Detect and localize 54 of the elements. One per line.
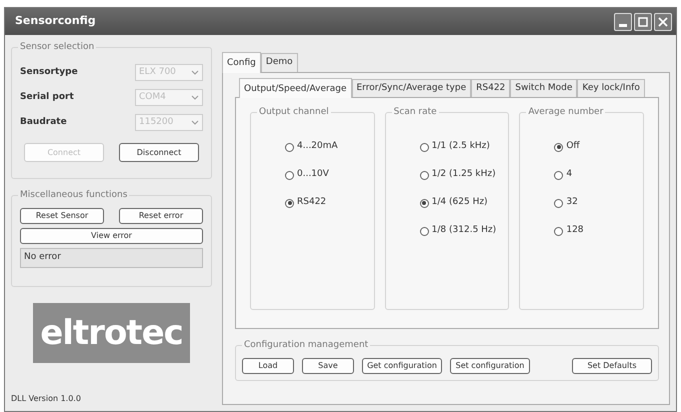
field-label: Serial port bbox=[20, 90, 74, 104]
radio-option[interactable]: 1/4 (625 Hz) bbox=[420, 189, 508, 217]
tab[interactable]: Error/Sync/Average type bbox=[352, 78, 472, 97]
tab[interactable]: Output/Speed/Average bbox=[239, 78, 352, 98]
maximize-button[interactable] bbox=[634, 12, 652, 30]
button[interactable]: Disconnect bbox=[119, 143, 199, 162]
window-title: Sensorconfig bbox=[15, 13, 96, 30]
radio-button[interactable] bbox=[554, 170, 564, 180]
tab[interactable]: RS422 bbox=[471, 78, 510, 97]
radio-option[interactable]: 4 bbox=[554, 161, 644, 189]
radio-button[interactable] bbox=[285, 170, 294, 180]
version-label: DLL Version 1.0.0 bbox=[11, 393, 82, 405]
tab[interactable]: Demo bbox=[260, 53, 298, 72]
close-button[interactable] bbox=[654, 12, 672, 30]
radio-button[interactable] bbox=[554, 226, 564, 236]
caret-icon bbox=[191, 70, 199, 76]
button[interactable]: Load bbox=[242, 358, 294, 374]
button[interactable]: Save bbox=[302, 358, 354, 374]
radio-option[interactable]: 4...20mA bbox=[285, 133, 374, 161]
button[interactable]: Set configuration bbox=[450, 358, 530, 374]
button[interactable]: Set Defaults bbox=[572, 358, 652, 374]
radio-button[interactable] bbox=[420, 142, 429, 152]
button[interactable]: Reset error bbox=[119, 208, 203, 224]
radio-option[interactable]: 32 bbox=[554, 189, 644, 217]
button[interactable]: Get configuration bbox=[362, 358, 442, 374]
caret-icon bbox=[191, 94, 199, 100]
radio-button[interactable] bbox=[554, 198, 564, 208]
radio-option[interactable]: Off bbox=[554, 133, 644, 161]
tab[interactable]: Key lock/Info bbox=[577, 78, 645, 97]
radio-option[interactable]: 1/2 (1.25 kHz) bbox=[420, 161, 508, 189]
caret-icon bbox=[191, 120, 199, 126]
radio-option[interactable]: 1/1 (2.5 kHz) bbox=[420, 133, 508, 161]
radio-option[interactable]: 1/8 (312.5 Hz) bbox=[420, 217, 508, 245]
minimize-button[interactable] bbox=[614, 12, 632, 30]
radio-button[interactable] bbox=[554, 142, 564, 152]
error-field: No error bbox=[20, 248, 203, 268]
view-error-button[interactable]: View error bbox=[20, 228, 203, 244]
minimize-icon bbox=[619, 24, 627, 26]
field-label: Baudrate bbox=[20, 116, 67, 129]
tab[interactable]: Config bbox=[222, 52, 261, 72]
maximize-icon bbox=[638, 16, 648, 26]
company-logo: eltrotec bbox=[33, 303, 190, 363]
field-label: Sensortype bbox=[20, 66, 78, 79]
tab[interactable]: Switch Mode bbox=[510, 78, 578, 97]
radio-option[interactable]: 128 bbox=[554, 217, 644, 245]
close-icon bbox=[658, 16, 668, 26]
radio-option[interactable]: 0...10V bbox=[285, 161, 374, 189]
button[interactable]: Reset Sensor bbox=[20, 208, 104, 224]
radio-button[interactable] bbox=[285, 142, 294, 152]
radio-button[interactable] bbox=[420, 170, 429, 180]
radio-button[interactable] bbox=[420, 198, 429, 208]
radio-option[interactable]: RS422 bbox=[285, 189, 374, 217]
radio-button[interactable] bbox=[285, 198, 294, 208]
radio-button[interactable] bbox=[420, 226, 429, 236]
